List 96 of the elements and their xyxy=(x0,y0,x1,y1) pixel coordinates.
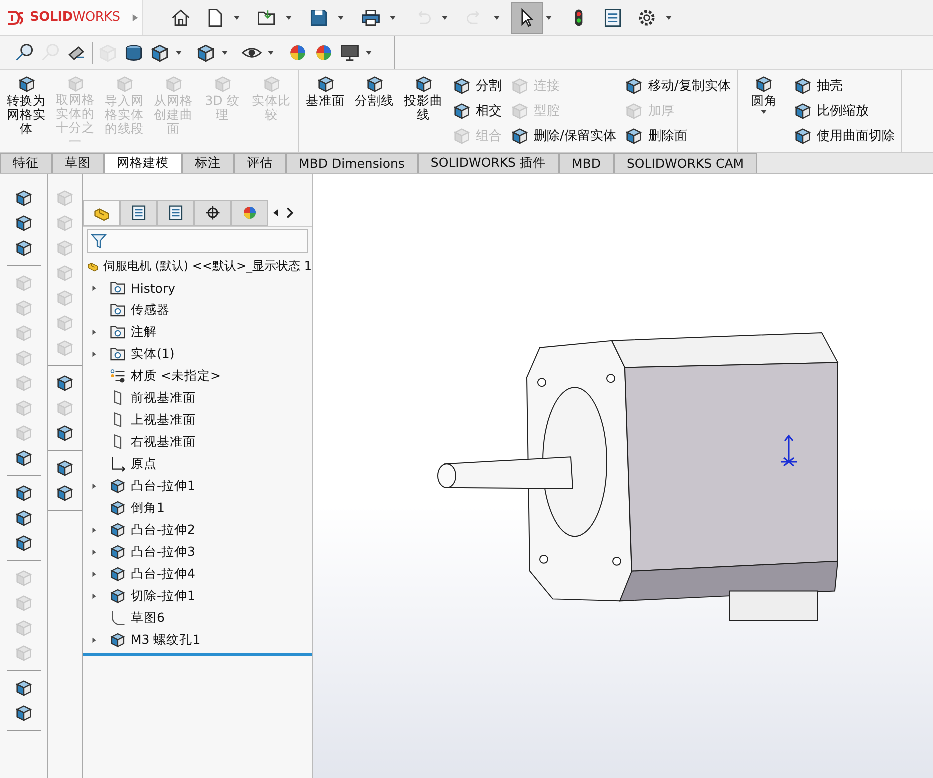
tab[interactable]: SOLIDWORKS 插件 xyxy=(418,153,559,173)
filter-field[interactable] xyxy=(87,229,308,253)
expand-arrow-icon[interactable] xyxy=(90,570,98,578)
tab[interactable]: 特征 xyxy=(0,153,52,173)
tree-item[interactable]: 原点 xyxy=(131,456,157,472)
expand-arrow-icon[interactable] xyxy=(90,284,98,292)
tab[interactable]: MBD xyxy=(558,153,614,173)
block-icon[interactable] xyxy=(14,703,34,723)
ribbon-button[interactable]: 分割 xyxy=(476,77,502,96)
tree-item[interactable]: 切除-拉伸1 xyxy=(131,588,196,604)
block-icon[interactable] xyxy=(14,508,34,528)
block-icon[interactable] xyxy=(55,423,75,443)
block-icon[interactable] xyxy=(14,188,34,208)
scroll-right-icon[interactable] xyxy=(284,207,296,219)
block-icon[interactable] xyxy=(16,74,36,94)
tab[interactable]: SOLIDWORKS CAM xyxy=(614,153,758,173)
ribbon-button[interactable]: 投影曲线 xyxy=(399,74,448,148)
tree-item[interactable]: History xyxy=(131,280,176,296)
tree-item[interactable]: 传感器 xyxy=(131,302,170,318)
block-icon[interactable] xyxy=(14,238,34,258)
expand-arrow-icon[interactable] xyxy=(90,482,98,490)
ribbon-button[interactable]: 圆角 xyxy=(740,74,789,148)
tree-item[interactable]: 倒角1 xyxy=(131,500,165,516)
ribbon-button[interactable]: 分割线 xyxy=(350,74,399,148)
expand-arrow-icon[interactable] xyxy=(90,548,98,556)
block-icon[interactable] xyxy=(55,458,75,478)
expand-arrow-icon[interactable] xyxy=(90,350,98,358)
block-icon[interactable] xyxy=(14,213,34,233)
tree-item[interactable]: 右视基准面 xyxy=(131,434,196,450)
ribbon-button[interactable]: 删除/保留实体 xyxy=(534,126,616,145)
tree-item[interactable]: 注解 xyxy=(131,324,157,340)
magnifier-icon[interactable] xyxy=(14,42,36,64)
logo-mark-icon xyxy=(6,10,26,26)
block-icon[interactable] xyxy=(792,101,813,121)
panel-tab[interactable] xyxy=(194,200,231,226)
block-icon[interactable] xyxy=(414,74,434,94)
panel-tab[interactable] xyxy=(157,200,194,226)
block-icon[interactable] xyxy=(14,678,34,698)
block-icon[interactable] xyxy=(14,483,34,503)
caret-icon[interactable] xyxy=(221,48,229,56)
caret-icon[interactable] xyxy=(389,14,397,22)
ribbon-button[interactable]: 转换为网格实体 xyxy=(2,74,51,148)
tab[interactable]: 网格建模 xyxy=(104,153,182,173)
tree-item[interactable]: 前视基准面 xyxy=(131,390,196,406)
caret-icon[interactable] xyxy=(285,14,293,22)
block-icon[interactable] xyxy=(624,76,644,96)
crosshair-icon xyxy=(204,204,222,222)
filter-icon xyxy=(90,232,108,250)
tree-item[interactable]: 材质 <未指定> xyxy=(131,368,221,384)
tree-item[interactable]: 凸台-拉伸1 xyxy=(131,478,196,494)
block-icon[interactable] xyxy=(754,74,774,94)
block-icon[interactable] xyxy=(316,74,336,94)
ribbon-button[interactable]: 抽壳 xyxy=(816,77,843,96)
list-icon xyxy=(130,204,148,222)
ribbon-button[interactable]: 相交 xyxy=(476,102,502,120)
expand-arrow-icon[interactable] xyxy=(90,526,98,534)
block-icon[interactable] xyxy=(792,76,813,96)
caret-icon[interactable] xyxy=(233,14,241,22)
block-icon[interactable] xyxy=(14,448,34,468)
tree-item[interactable]: 凸台-拉伸4 xyxy=(131,566,196,582)
ribbon-button[interactable]: 使用曲面切除 xyxy=(816,126,895,145)
expand-arrow-icon[interactable] xyxy=(90,592,98,600)
caret-icon[interactable] xyxy=(365,48,373,56)
expand-arrow-icon[interactable] xyxy=(90,328,98,336)
tree-root-label[interactable]: 伺服电机 (默认) <<默认>_显示状态 1 xyxy=(103,258,312,274)
caret-icon[interactable] xyxy=(337,14,345,22)
tree-item[interactable]: M3 螺纹孔1 xyxy=(131,632,201,648)
panel-tab[interactable] xyxy=(120,200,157,226)
caret-icon[interactable] xyxy=(267,48,275,56)
tree-item[interactable]: 凸台-拉伸3 xyxy=(131,544,196,560)
block-icon[interactable] xyxy=(364,74,384,94)
tab[interactable]: MBD Dimensions xyxy=(286,153,418,173)
ribbon-button[interactable]: 基准面 xyxy=(301,74,350,148)
ribbon-button[interactable]: 比例缩放 xyxy=(816,102,869,120)
ribbon-button[interactable]: 删除面 xyxy=(648,126,688,145)
block-icon[interactable] xyxy=(452,101,472,121)
block-icon[interactable] xyxy=(55,373,75,393)
tab[interactable]: 草图 xyxy=(52,153,104,173)
tree-item[interactable]: 实体(1) xyxy=(131,346,175,362)
tree-item[interactable]: 上视基准面 xyxy=(131,412,196,428)
expand-arrow-icon[interactable] xyxy=(90,636,98,644)
block-icon[interactable] xyxy=(55,483,75,503)
tree-item[interactable]: 凸台-拉伸2 xyxy=(131,522,196,538)
logo-text: SOLIDWORKS xyxy=(30,10,120,25)
tab[interactable]: 标注 xyxy=(182,153,234,173)
block-icon[interactable] xyxy=(14,533,34,553)
caret-icon[interactable] xyxy=(665,14,673,22)
tree-item[interactable]: 草图6 xyxy=(131,610,165,626)
caret-icon[interactable] xyxy=(545,14,553,22)
caret-icon[interactable] xyxy=(760,108,768,116)
caret-icon[interactable] xyxy=(175,48,183,56)
block-icon[interactable] xyxy=(452,76,472,96)
pointer-button[interactable] xyxy=(511,2,543,34)
tab[interactable]: 评估 xyxy=(234,153,286,173)
ribbon-button[interactable]: 移动/复制实体 xyxy=(648,77,731,96)
expand-arrow-icon[interactable] xyxy=(132,12,140,22)
